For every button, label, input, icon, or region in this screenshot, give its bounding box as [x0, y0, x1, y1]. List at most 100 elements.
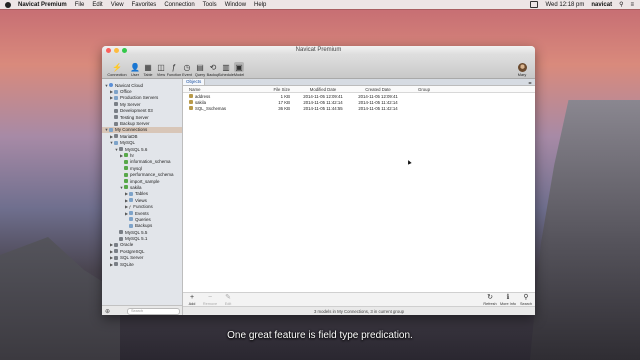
- menu-file[interactable]: File: [75, 2, 85, 8]
- menu-help[interactable]: Help: [254, 2, 266, 8]
- view-icon: ◫: [157, 62, 165, 72]
- menu-bar: Navicat Premium File Edit View Favorites…: [0, 0, 640, 9]
- backup-icon: ⟲: [209, 62, 217, 72]
- server-icon: [114, 249, 118, 254]
- toolbar-button-schedule[interactable]: ▥ Schedule: [218, 62, 234, 78]
- cloud-icon: [109, 83, 113, 88]
- toolbar-button-user[interactable]: 👤 User: [129, 62, 141, 78]
- server-icon: [114, 262, 118, 267]
- db-icon: [124, 153, 128, 158]
- toolbar-label-query: Query: [194, 73, 206, 77]
- tab-objects[interactable]: Objects: [183, 79, 206, 85]
- model-file-icon: [189, 106, 193, 110]
- server-icon: [114, 255, 118, 260]
- menu-connection[interactable]: Connection: [164, 2, 194, 8]
- toolbar-label-table: Table: [143, 73, 153, 77]
- menu-favorites[interactable]: Favorites: [132, 2, 157, 8]
- tree-item-label: Functions: [133, 204, 153, 210]
- spotlight-icon[interactable]: ⚲: [619, 1, 623, 8]
- cell-created: 2014-11-05 11:42:14: [358, 105, 398, 111]
- menu-user[interactable]: navicat: [591, 2, 612, 8]
- tree-item-label: Backups: [135, 223, 153, 229]
- menu-window[interactable]: Window: [225, 2, 246, 8]
- folder-icon: [114, 95, 118, 100]
- tree-item-label: performance_schema: [130, 172, 174, 178]
- menu-clock[interactable]: Wed 12:18 pm: [545, 2, 584, 8]
- tree-item-label: Events: [135, 210, 149, 216]
- more-info-button[interactable]: ℹ More Info: [499, 294, 517, 306]
- user-profile-button[interactable]: Mary: [514, 63, 530, 77]
- status-bar: 3 models in My Connections, 3 in current…: [183, 306, 535, 315]
- folder-icon: [129, 211, 133, 215]
- column-header-name[interactable]: Name: [183, 87, 260, 92]
- list-icon[interactable]: ≡: [630, 2, 634, 8]
- cell-size: 36 KB: [278, 105, 290, 111]
- menu-edit[interactable]: Edit: [92, 2, 102, 8]
- tree-item-label: MySQL 5.1: [125, 236, 148, 242]
- folder-icon: [129, 223, 133, 228]
- table-header: Name File Size Modified Date Created Dat…: [183, 86, 535, 93]
- title-bar[interactable]: Navicat Premium: [102, 46, 535, 55]
- toolbar-label-connection: Connection: [107, 73, 127, 77]
- menu-view[interactable]: View: [111, 2, 124, 8]
- tree-item-label: import_sample: [130, 178, 160, 184]
- edit-button[interactable]: ✎ Edit: [219, 294, 237, 306]
- cell-created: 2014-11-05 12:09:41: [358, 93, 398, 99]
- toolbar-label-model: Model: [233, 73, 245, 77]
- search-button[interactable]: ⚲ Search: [517, 294, 535, 306]
- tree-item-label: MySQL 5.5: [125, 229, 148, 235]
- connection-sidebar: ▼ Navicat Cloud ▶ Office ▶ Production Servers…: [102, 79, 183, 315]
- toolbar-button-view[interactable]: ◫ View: [155, 62, 167, 78]
- toolbar-button-function[interactable]: ƒ Function: [166, 62, 182, 78]
- clock-icon: ◷: [183, 62, 191, 72]
- tab-overflow-icon[interactable]: ◂▸: [528, 80, 532, 85]
- remove-button[interactable]: − Remove: [201, 294, 219, 306]
- tree-item-label: SQL Server: [120, 255, 144, 261]
- cell-name: sakila: [183, 100, 260, 105]
- fn-icon: ƒ: [129, 204, 132, 210]
- tree-item-label: Queries: [135, 216, 151, 222]
- folder-icon: [129, 191, 133, 196]
- server-icon: [114, 108, 118, 113]
- toolbar-button-table[interactable]: ▦ Table: [142, 62, 154, 78]
- cell-name-text: SQL_Sschemas: [195, 105, 227, 111]
- tree-item-label: Oracle: [120, 242, 134, 248]
- server-icon: [119, 230, 123, 235]
- refresh-button[interactable]: ↻ Refresh: [481, 294, 499, 306]
- menu-app-name[interactable]: Navicat Premium: [18, 2, 67, 8]
- server-icon: [119, 236, 123, 241]
- toolbar-button-query[interactable]: ▤ Query: [194, 62, 206, 78]
- avatar: [517, 63, 527, 72]
- model-icon: ▣: [234, 62, 244, 72]
- folder-icon: [129, 217, 133, 222]
- db-icon: [124, 159, 128, 164]
- toolbar-label-function: Function: [166, 73, 182, 77]
- column-header-size[interactable]: File Size: [260, 87, 294, 92]
- sidebar-footer: ⊕ Search: [102, 305, 182, 315]
- sidebar-add-icon[interactable]: ⊕: [105, 308, 111, 315]
- add-button[interactable]: + Add: [183, 294, 201, 306]
- apple-icon[interactable]: [5, 1, 11, 8]
- menu-tools[interactable]: Tools: [203, 2, 217, 8]
- battery-icon[interactable]: [530, 1, 539, 8]
- toolbar-button-model[interactable]: ▣ Model: [233, 62, 245, 77]
- toolbar-button-event[interactable]: ◷ Event: [181, 62, 193, 78]
- refresh-icon: ↻: [487, 294, 493, 301]
- toolbar: ⚡ Connection 👤 User ▦ Table ◫ View ƒ Function ◷ Eve…: [102, 55, 535, 79]
- table-row[interactable]: SQL_Sschemas 36 KB 2014-11-05 11:44:55 2014…: [183, 105, 535, 111]
- tree-item-label: Backup Server: [120, 121, 150, 127]
- toolbar-button-connection[interactable]: ⚡ Connection: [106, 62, 128, 78]
- column-header-group[interactable]: Group: [404, 87, 444, 92]
- tree-item-sqlite[interactable]: ▶ SQLite: [102, 261, 182, 267]
- server-icon: [119, 147, 123, 152]
- add-icon: +: [189, 294, 195, 301]
- server-icon: [114, 134, 118, 139]
- column-header-created[interactable]: Created Date: [352, 87, 404, 92]
- column-header-modified[interactable]: Modified Date: [294, 87, 352, 92]
- tree-item-label: Office: [120, 89, 132, 95]
- sidebar-search-input[interactable]: Search: [127, 307, 180, 315]
- cell-created: 2014-11-05 11:42:14: [358, 99, 398, 105]
- bottom-toolbar: + Add − Remove ✎ Edit ↻ Refresh ℹ More Info ⚲ Sear…: [183, 292, 535, 307]
- db-icon: [124, 185, 128, 190]
- toolbar-label-event: Event: [182, 73, 192, 77]
